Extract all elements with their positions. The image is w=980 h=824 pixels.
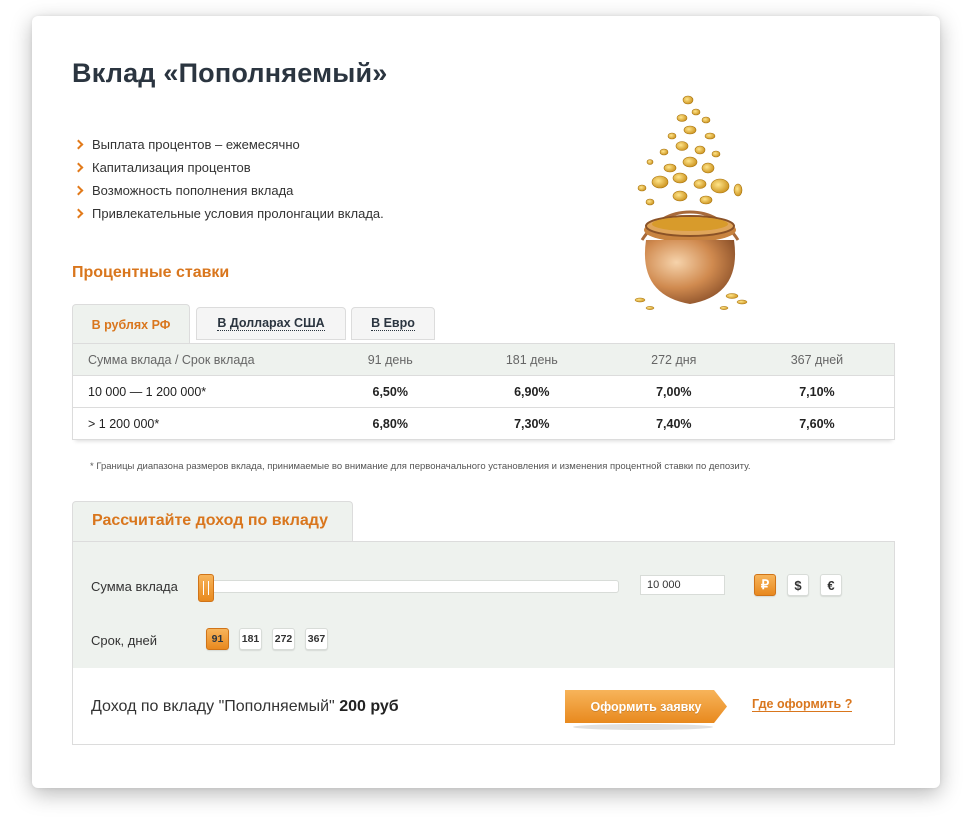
currency-rub-button[interactable]: ₽	[754, 574, 776, 596]
feature-text: Привлекательные условия пролонгации вкла…	[92, 206, 384, 221]
calculator-panel: Сумма вклада ₽ $ € Срок, дней 91 181 272…	[72, 541, 895, 745]
income-result: Доход по вкладу "Пополняемый" 200 руб	[91, 698, 399, 716]
column-header: Сумма вклада / Срок вклада	[72, 343, 325, 376]
currency-usd-button[interactable]: $	[787, 574, 809, 596]
table-row: > 1 200 000* 6,80% 7,30% 7,40% 7,60%	[72, 407, 895, 440]
table-row: 10 000 — 1 200 000* 6,50% 6,90% 7,00% 7,…	[72, 375, 895, 408]
apply-button[interactable]: Оформить заявку	[565, 690, 727, 723]
tab-label: В Евро	[371, 316, 415, 331]
rate-cell: 6,80%	[324, 407, 456, 440]
feature-text: Возможность пополнения вклада	[92, 183, 294, 198]
grip-icon	[203, 581, 209, 595]
amount-range-cell: 10 000 — 1 200 000*	[72, 375, 325, 408]
calculator-title: Рассчитайте доход по вкладу	[72, 501, 353, 542]
tab-rubles[interactable]: В рублях РФ	[72, 304, 190, 344]
tab-dollars[interactable]: В Долларах США	[196, 307, 346, 340]
feature-item: Возможность пополнения вклада	[73, 179, 384, 202]
rate-cell: 7,30%	[455, 407, 608, 440]
where-to-apply-link[interactable]: Где оформить ?	[752, 697, 853, 712]
rate-cell: 7,00%	[607, 375, 740, 408]
tab-label: В Долларах США	[217, 316, 325, 331]
feature-item: Капитализация процентов	[73, 156, 384, 179]
rates-title: Процентные ставки	[72, 264, 230, 281]
amount-slider-handle[interactable]	[198, 574, 214, 602]
income-value: 200 руб	[339, 698, 399, 715]
rate-cell: 7,60%	[739, 407, 895, 440]
feature-text: Капитализация процентов	[92, 160, 251, 175]
coin-pot-illustration	[634, 95, 748, 310]
amount-input[interactable]	[640, 575, 725, 595]
chevron-right-icon	[73, 139, 84, 150]
table-header-row: Сумма вклада / Срок вклада 91 день 181 д…	[72, 343, 895, 376]
term-label: Срок, дней	[91, 633, 158, 648]
income-text: Доход по вкладу "Пополняемый"	[91, 698, 335, 715]
column-header: 91 день	[324, 343, 456, 376]
term-91-button[interactable]: 91	[206, 628, 229, 650]
feature-text: Выплата процентов – ежемесячно	[92, 137, 300, 152]
column-header: 367 дней	[739, 343, 895, 376]
feature-item: Привлекательные условия пролонгации вкла…	[73, 202, 384, 225]
column-header: 181 день	[455, 343, 608, 376]
rate-cell: 7,40%	[607, 407, 740, 440]
rate-cell: 7,10%	[739, 375, 895, 408]
term-272-button[interactable]: 272	[272, 628, 295, 650]
term-181-button[interactable]: 181	[239, 628, 262, 650]
page-title: Вклад «Пополняемый»	[72, 58, 388, 88]
rate-cell: 6,50%	[324, 375, 456, 408]
rate-cell: 6,90%	[455, 375, 608, 408]
footnote: * Границы диапазона размеров вклада, при…	[90, 461, 751, 472]
feature-list: Выплата процентов – ежемесячно Капитализ…	[73, 133, 384, 225]
chevron-right-icon	[73, 185, 84, 196]
tab-label: В рублях РФ	[91, 317, 171, 332]
currency-eur-button[interactable]: €	[820, 574, 842, 596]
term-367-button[interactable]: 367	[305, 628, 328, 650]
amount-label: Сумма вклада	[91, 579, 178, 594]
chevron-right-icon	[73, 208, 84, 219]
chevron-right-icon	[73, 162, 84, 173]
button-shadow	[573, 724, 713, 730]
feature-item: Выплата процентов – ежемесячно	[73, 133, 384, 156]
amount-slider-track[interactable]	[207, 580, 619, 593]
column-header: 272 дня	[607, 343, 740, 376]
amount-range-cell: > 1 200 000*	[72, 407, 325, 440]
tab-euro[interactable]: В Евро	[351, 307, 435, 340]
calculator-controls: Сумма вклада ₽ $ € Срок, дней 91 181 272…	[73, 542, 894, 668]
rates-table: Сумма вклада / Срок вклада 91 день 181 д…	[72, 343, 895, 440]
